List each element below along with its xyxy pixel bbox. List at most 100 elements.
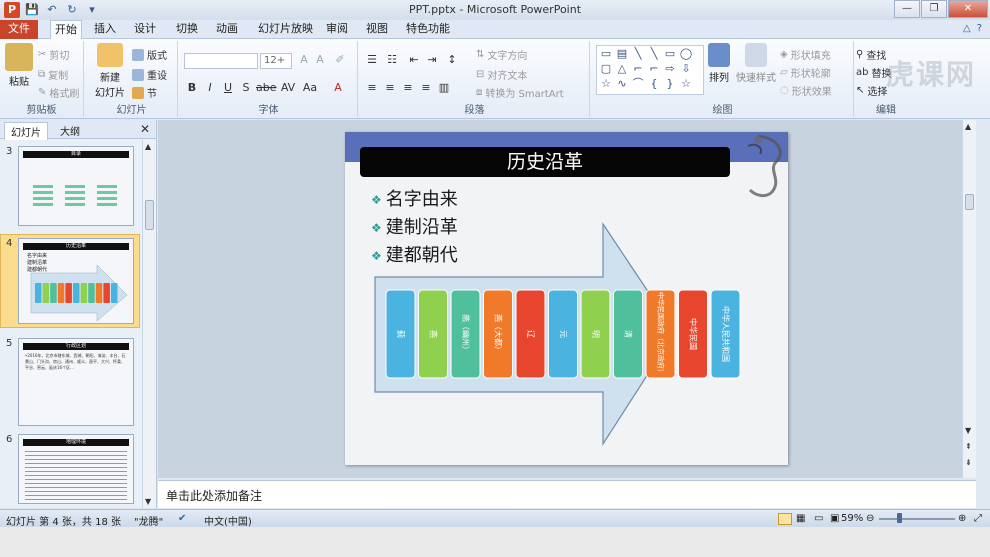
zoom-level[interactable]: 59% xyxy=(841,513,863,524)
scroll-up-icon[interactable]: ▲ xyxy=(965,122,971,131)
previous-slide-icon[interactable]: ⇞ xyxy=(965,442,972,451)
scroll-down-icon[interactable]: ▼ xyxy=(965,426,971,435)
shapes-gallery[interactable]: ▭ ▤ ╲ ╲ ▭ ◯ ▢ △ ⌐ ⌐ ⇨ ⇩ ☆ ∿ ⌒ { } ☆ xyxy=(596,45,704,95)
shape-fill-button[interactable]: ◈ 形状填充 xyxy=(780,47,831,62)
textbox-shape-icon[interactable]: ▤ xyxy=(615,48,629,60)
tab-insert[interactable]: 插入 xyxy=(90,20,120,39)
scroll-thumb[interactable] xyxy=(145,200,154,230)
numbering-icon[interactable]: ☷ xyxy=(384,53,400,66)
rectangle-shape-icon[interactable]: ▭ xyxy=(599,48,613,60)
section-button[interactable]: 节 xyxy=(132,85,157,100)
increase-indent-icon[interactable]: ⇥ xyxy=(424,53,440,66)
clear-format-icon[interactable]: ✐ xyxy=(332,53,348,66)
slideshow-view-icon[interactable]: ▣ xyxy=(830,513,839,524)
bullets-icon[interactable]: ☰ xyxy=(364,53,380,66)
tab-animations[interactable]: 动画 xyxy=(212,20,242,39)
brace-left-shape-icon[interactable]: { xyxy=(647,78,661,90)
curve-shape-icon[interactable]: ∿ xyxy=(615,78,629,90)
copy-button[interactable]: ⧉ 复制 xyxy=(38,67,68,82)
tab-view[interactable]: 视图 xyxy=(362,20,392,39)
quick-styles-button[interactable]: 快速样式 xyxy=(734,43,778,84)
decrease-indent-icon[interactable]: ⇤ xyxy=(406,53,422,66)
scroll-down-icon[interactable]: ▼ xyxy=(145,497,151,506)
current-slide[interactable]: 历史沿革 ❖ 名字由来 ❖ 建制沿革 ❖ 建都朝代 蓟燕燕（幽州） 燕（大都）辽元明清中… xyxy=(345,132,788,465)
zoom-slider-knob[interactable] xyxy=(897,513,902,523)
minimize-button[interactable]: — xyxy=(894,0,920,18)
scroll-thumb[interactable] xyxy=(965,194,974,210)
language-indicator[interactable]: 中文(中国) xyxy=(204,513,252,528)
star2-shape-icon[interactable]: ☆ xyxy=(679,78,693,90)
fit-to-window-icon[interactable]: ⤢ xyxy=(974,513,982,524)
tab-slides[interactable]: 幻灯片 xyxy=(4,122,48,140)
bold-icon[interactable]: B xyxy=(184,81,200,94)
tab-design[interactable]: 设计 xyxy=(130,20,160,39)
shape-effects-button[interactable]: ◌ 形状效果 xyxy=(780,83,832,98)
tab-file[interactable]: 文件 xyxy=(0,20,38,39)
tab-special[interactable]: 特色功能 xyxy=(402,20,454,39)
zoom-out-icon[interactable]: ⊖ xyxy=(866,513,874,524)
font-size-combo[interactable]: 12+ xyxy=(260,53,292,69)
align-center-icon[interactable]: ≡ xyxy=(382,81,398,94)
normal-view-icon[interactable] xyxy=(778,513,792,525)
maximize-button[interactable]: ❐ xyxy=(921,0,947,18)
shape-outline-button[interactable]: ▱ 形状轮廓 xyxy=(780,65,831,80)
convert-smartart-button[interactable]: ⧈ 转换为 SmartArt xyxy=(476,85,564,100)
grow-font-icon[interactable]: A xyxy=(296,53,312,66)
justify-icon[interactable]: ≡ xyxy=(418,81,434,94)
tab-review[interactable]: 审阅 xyxy=(322,20,352,39)
shrink-font-icon[interactable]: A xyxy=(312,53,328,66)
align-text-button[interactable]: ⊟ 对齐文本 xyxy=(476,67,527,82)
slides-pane-scrollbar[interactable]: ▲ ▼ xyxy=(142,140,156,508)
line-spacing-icon[interactable]: ↕ xyxy=(444,53,460,66)
align-right-icon[interactable]: ≡ xyxy=(400,81,416,94)
close-pane-icon[interactable]: ✕ xyxy=(140,122,150,136)
arrow-right-shape-icon[interactable]: ⇨ xyxy=(663,63,677,75)
close-button[interactable]: ✕ xyxy=(948,0,988,18)
star-shape-icon[interactable]: ☆ xyxy=(599,78,613,90)
reset-button[interactable]: 重设 xyxy=(132,67,167,82)
layout-button[interactable]: 版式 xyxy=(132,47,167,62)
rounded-rect-shape-icon[interactable]: ▢ xyxy=(599,63,613,75)
elbow-shape-icon[interactable]: ⌐ xyxy=(631,63,645,75)
paste-button[interactable]: 粘贴 xyxy=(4,43,34,88)
line-shape-icon[interactable]: ╲ xyxy=(631,48,645,60)
tab-home[interactable]: 开始 xyxy=(50,20,82,39)
scroll-up-icon[interactable]: ▲ xyxy=(145,142,151,151)
elbow2-shape-icon[interactable]: ⌐ xyxy=(647,63,661,75)
char-spacing-icon[interactable]: AV xyxy=(280,81,296,94)
help-icon[interactable]: ? xyxy=(977,23,982,34)
cut-button[interactable]: ✂ 剪切 xyxy=(38,47,69,62)
brace-right-shape-icon[interactable]: } xyxy=(663,78,677,90)
columns-icon[interactable]: ▥ xyxy=(436,81,452,94)
minimize-ribbon-icon[interactable]: △ xyxy=(963,23,971,34)
editor-scrollbar[interactable]: ▲ ▼ ⇞ ⇟ xyxy=(962,120,976,478)
font-name-combo[interactable] xyxy=(184,53,258,69)
notes-pane[interactable]: 单击此处添加备注 xyxy=(158,480,976,508)
change-case-icon[interactable]: Aa xyxy=(302,81,318,94)
reading-view-icon[interactable]: ▭ xyxy=(814,513,823,524)
tab-outline[interactable]: 大纲 xyxy=(54,122,86,139)
tab-transitions[interactable]: 切换 xyxy=(172,20,202,39)
new-slide-button[interactable]: 新建 幻灯片 xyxy=(90,43,130,99)
italic-icon[interactable]: I xyxy=(202,81,218,94)
select-button[interactable]: ↖ 选择 xyxy=(856,83,887,98)
shadow-icon[interactable]: S xyxy=(238,81,254,94)
spellcheck-icon[interactable]: ✔ xyxy=(178,513,186,524)
align-left-icon[interactable]: ≡ xyxy=(364,81,380,94)
find-button[interactable]: ⚲ 查找 xyxy=(856,47,886,62)
strikethrough-icon[interactable]: abe xyxy=(256,81,277,94)
next-slide-icon[interactable]: ⇟ xyxy=(965,458,972,467)
underline-icon[interactable]: U xyxy=(220,81,236,94)
zoom-in-icon[interactable]: ⊕ xyxy=(958,513,966,524)
tab-slideshow[interactable]: 幻灯片放映 xyxy=(254,20,317,39)
font-color-icon[interactable]: A xyxy=(330,81,346,94)
arrow-down-shape-icon[interactable]: ⇩ xyxy=(679,63,693,75)
oval-shape-icon[interactable]: ◯ xyxy=(679,48,693,60)
dynasty-timeline[interactable]: 蓟 燕 燕（幽州） 燕（大都） 辽 元 明 清 中华民国政府（北京政府） 中华民国 中华人民共和国 xyxy=(345,132,788,465)
zoom-slider[interactable] xyxy=(879,518,955,520)
format-painter-button[interactable]: ✎ 格式刷 xyxy=(38,85,79,100)
text-direction-button[interactable]: ⇅ 文字方向 xyxy=(476,47,527,62)
theme-name[interactable]: "龙腾" xyxy=(134,513,163,528)
notes-placeholder[interactable]: 单击此处添加备注 xyxy=(166,487,262,504)
rect2-shape-icon[interactable]: ▭ xyxy=(663,48,677,60)
